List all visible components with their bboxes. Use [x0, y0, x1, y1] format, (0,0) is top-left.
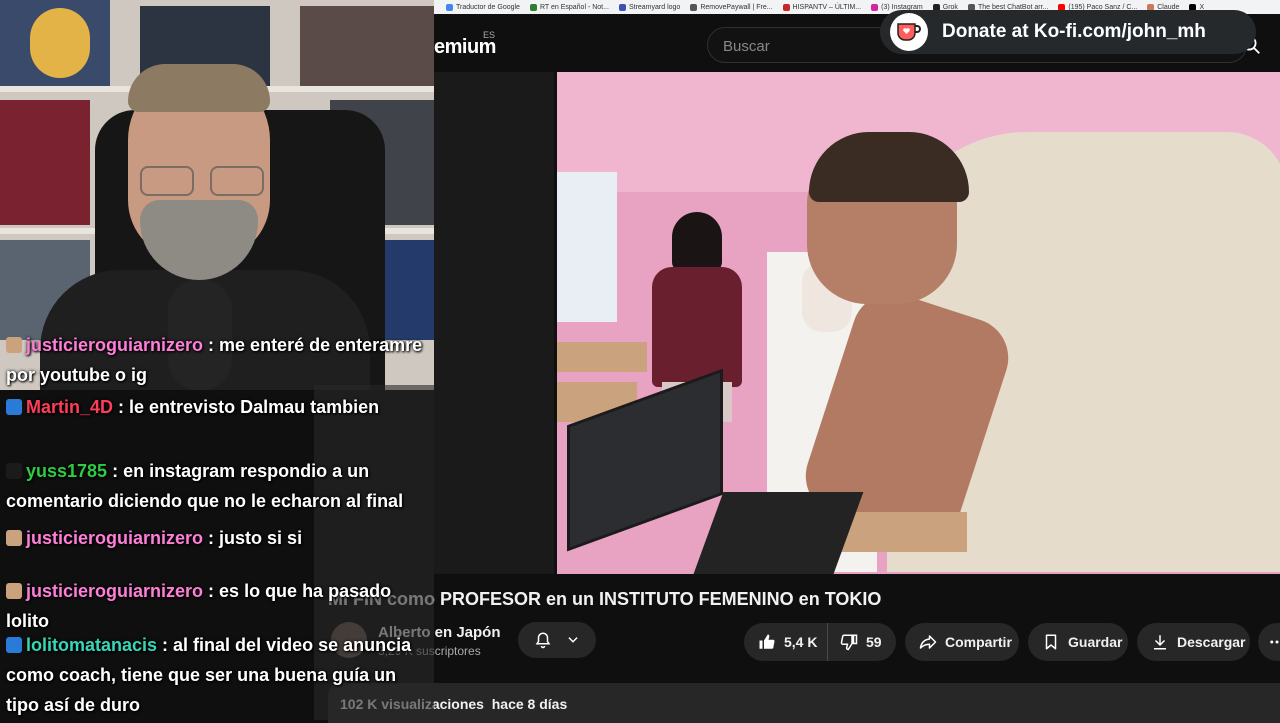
chat-username[interactable]: justicieroguiarnizero: [26, 581, 203, 601]
chat-message: justicieroguiarnizero : justo si si: [6, 523, 426, 553]
more-horizontal-icon: [1270, 640, 1279, 644]
bookmark-item[interactable]: RemovePaywall | Fre...: [690, 3, 773, 11]
glasses: [210, 166, 264, 196]
dislike-button[interactable]: 59: [828, 633, 882, 651]
chat-message: justicieroguiarnizero : es lo que ha pas…: [6, 576, 426, 636]
chat-message: lolitomatanacis : al final del video se …: [6, 630, 426, 720]
bookmark-label: Streamyard logo: [628, 3, 681, 11]
bookmark-favicon-icon: [782, 3, 790, 11]
bookmark-item[interactable]: Traductor de Google: [446, 3, 520, 11]
chat-badge-icon: [6, 337, 22, 353]
like-count: 5,4 K: [784, 634, 818, 650]
bookmark-item[interactable]: RT en Español - Not...: [529, 3, 609, 11]
search-placeholder: Buscar: [723, 38, 770, 55]
kofi-donate-banner: Donate at Ko-fi.com/john_mh: [880, 10, 1256, 54]
classroom-window: [557, 172, 617, 322]
bell-icon: [535, 632, 551, 649]
download-button[interactable]: Descargar: [1137, 623, 1250, 661]
kofi-cup-icon: [890, 13, 928, 51]
chat-message: justicieroguiarnizero : me enteré de ent…: [6, 330, 426, 390]
bookmark-favicon-icon: [871, 3, 879, 11]
share-icon: [919, 635, 937, 649]
chat-text: : justo si si: [203, 528, 303, 548]
speaker: [434, 72, 554, 574]
stream-chat: justicieroguiarnizero : me enteré de ent…: [0, 330, 434, 720]
thumbs-down-icon: [840, 634, 858, 651]
chat-text: : le entrevisto Dalmau tambien: [113, 397, 380, 417]
more-actions-button[interactable]: [1258, 623, 1280, 661]
share-button[interactable]: Compartir: [905, 623, 1019, 661]
like-button[interactable]: 5,4 K: [744, 623, 828, 661]
chat-badge-icon: [6, 399, 22, 415]
chat-badge-icon: [6, 530, 22, 546]
chat-username[interactable]: Martin_4D: [26, 397, 113, 417]
chat-badge-icon: [6, 637, 22, 653]
chat-badge-icon: [6, 463, 22, 479]
video-player[interactable]: [434, 72, 1280, 574]
bookmark-item[interactable]: Streamyard logo: [618, 3, 681, 11]
like-dislike-group: 5,4 K 59: [744, 623, 896, 661]
laptop-keyboard: [690, 492, 864, 574]
bookmark-icon: [1045, 634, 1057, 650]
chat-message: Martin_4D : le entrevisto Dalmau tambien: [6, 392, 426, 422]
chat-badge-icon: [6, 583, 22, 599]
mask-figure: [30, 8, 90, 78]
glasses: [140, 166, 194, 196]
bookmark-label: Traductor de Google: [456, 3, 520, 11]
bookmark-label: HISPANTV – ÚLTIM...: [792, 3, 862, 11]
bookmark-favicon-icon: [618, 3, 626, 11]
shelf-items: [300, 6, 434, 86]
chevron-down-icon: [568, 637, 578, 643]
upload-date: hace 8 días: [491, 696, 568, 712]
bookmark-favicon-icon: [690, 3, 698, 11]
save-button[interactable]: Guardar: [1028, 623, 1128, 661]
dislike-count: 59: [866, 634, 882, 650]
chat-username[interactable]: yuss1785: [26, 461, 107, 481]
bookmark-label: RemovePaywall | Fre...: [700, 3, 773, 11]
thumbs-up-icon: [759, 634, 775, 649]
subscribed-notifications-button[interactable]: [518, 622, 596, 658]
save-label: Guardar: [1068, 634, 1123, 650]
bookmark-favicon-icon: [446, 3, 453, 11]
video-frame: [557, 72, 1280, 574]
region-label: ES: [483, 30, 496, 40]
download-label: Descargar: [1177, 634, 1246, 650]
shelf-items: [0, 100, 90, 225]
bookmark-label: RT en Español - Not...: [539, 3, 609, 11]
bookmark-favicon-icon: [529, 3, 537, 11]
desk: [557, 342, 647, 372]
chat-username[interactable]: lolitomatanacis: [26, 635, 157, 655]
chat-username[interactable]: justicieroguiarnizero: [26, 335, 203, 355]
shelf-items: [380, 240, 434, 340]
chat-username[interactable]: justicieroguiarnizero: [26, 528, 203, 548]
kofi-text: Donate at Ko-fi.com/john_mh: [942, 21, 1206, 42]
chat-message: yuss1785 : en instagram respondio a un c…: [6, 456, 426, 516]
share-label: Compartir: [945, 634, 1012, 650]
streamer-hair: [128, 64, 270, 112]
bookmark-item[interactable]: HISPANTV – ÚLTIM...: [782, 3, 862, 11]
download-icon: [1154, 635, 1166, 650]
